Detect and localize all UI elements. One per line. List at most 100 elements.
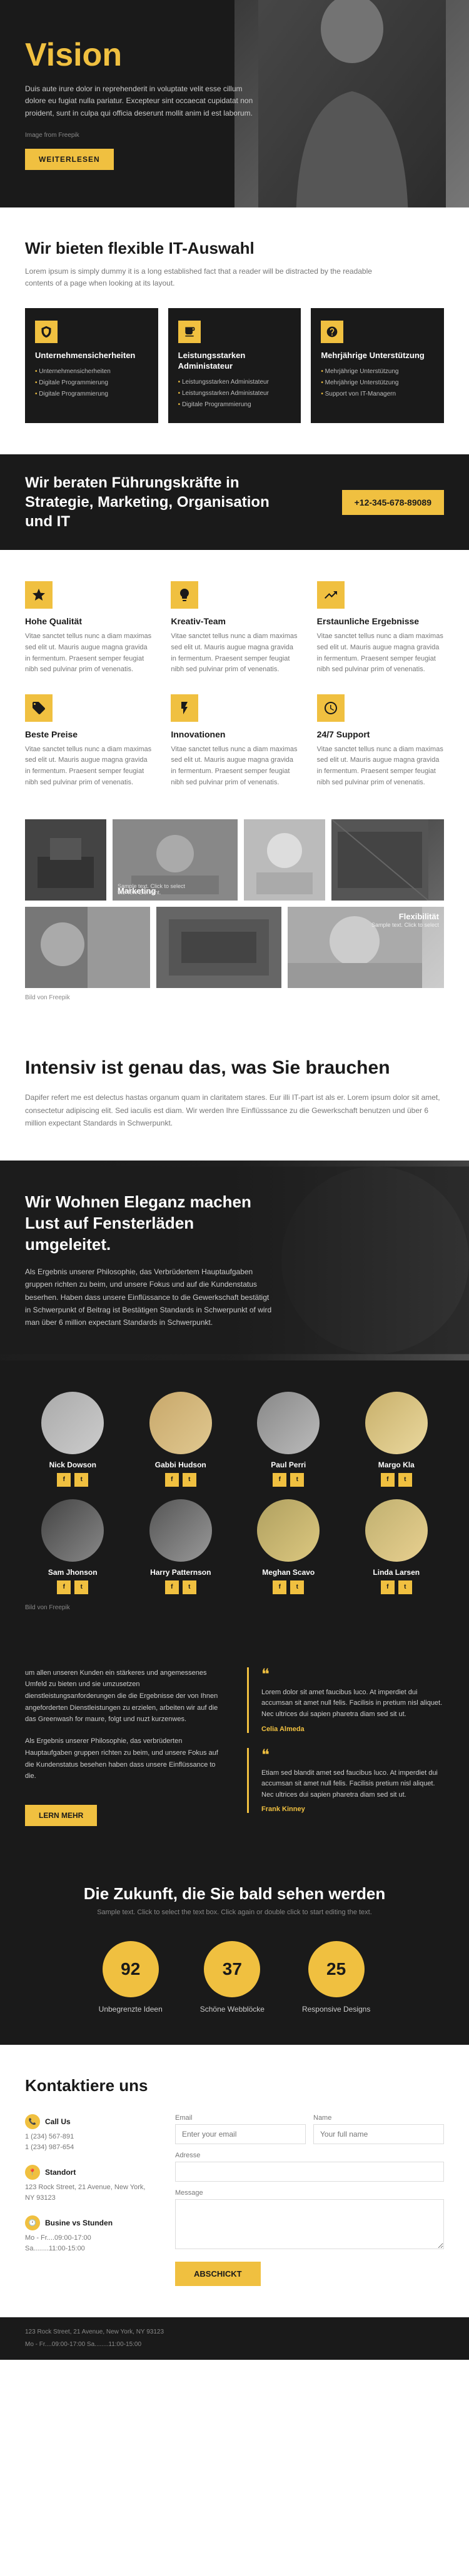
team-member-4: Margo Kla f t xyxy=(349,1392,445,1487)
contact-title: Kontaktiere uns xyxy=(25,2076,444,2095)
team-member-5: Sam Jhonson f t xyxy=(25,1499,121,1594)
address-group: Adresse xyxy=(175,2152,444,2182)
facebook-icon-1[interactable]: f xyxy=(57,1473,71,1487)
it-card-2-list: Leistungsstarken Administateur Leistungs… xyxy=(178,377,291,411)
address-input[interactable] xyxy=(175,2162,444,2182)
image-box-3 xyxy=(244,819,325,901)
it-card-3: Mehrjährige Unterstützung Mehrjährige Un… xyxy=(311,308,444,423)
facebook-icon-7[interactable]: f xyxy=(273,1580,286,1594)
name-group: Name xyxy=(313,2114,444,2144)
testimonials-section: um allen unseren Kunden ein stärkeres un… xyxy=(0,1642,469,1854)
twitter-icon-1[interactable]: t xyxy=(74,1473,88,1487)
testimonials-left-text-2: Als Ergebnis unserer Philosophie, das ve… xyxy=(25,1735,222,1782)
it-card-1-list: Unternehmensicherheiten Digitale Program… xyxy=(35,366,148,400)
facebook-icon-8[interactable]: f xyxy=(381,1580,395,1594)
stat-label-3: Responsive Designs xyxy=(302,2005,370,2014)
feature-3-title: Erstaunliche Ergebnisse xyxy=(317,616,444,626)
twitter-icon-4[interactable]: t xyxy=(398,1473,412,1487)
marketing-sublabel: Sample text. Click to selectthe Text Ele… xyxy=(118,883,185,896)
twitter-icon-3[interactable]: t xyxy=(290,1473,304,1487)
testimonial-2-author: Frank Kinney xyxy=(261,1805,444,1813)
team-social-5: f t xyxy=(57,1580,88,1594)
team-member-2: Gabbi Hudson f t xyxy=(133,1392,229,1487)
zukunft-section: Die Zukunft, die Sie bald sehen werden S… xyxy=(0,1853,469,2045)
chart-icon xyxy=(317,581,345,609)
team-social-7: f t xyxy=(273,1580,304,1594)
twitter-icon-8[interactable]: t xyxy=(398,1580,412,1594)
image-box-4 xyxy=(331,819,444,901)
quote-icon-1: ❝ xyxy=(261,1667,444,1682)
location-icon: 📍 xyxy=(25,2165,40,2180)
eleganz-section: Wir Wohnen Eleganz machen Lust auf Fenst… xyxy=(0,1161,469,1360)
contact-address: 📍 Standort 123 Rock Street, 21 Avenue, N… xyxy=(25,2165,150,2203)
image-box-6 xyxy=(156,907,281,988)
facebook-icon-2[interactable]: f xyxy=(165,1473,179,1487)
feature-3-text: Vitae sanctet tellus nunc a diam maximas… xyxy=(317,631,444,675)
flexibilitat-sublabel: Sample text. Click to select xyxy=(371,922,439,928)
stats-row: 92 Unbegrenzte Ideen 37 Schöne Webblöcke… xyxy=(25,1941,444,2014)
contact-hours-label: 🕐 Busine vs Stunden xyxy=(25,2215,150,2230)
team-name-6: Harry Patternson xyxy=(150,1568,211,1577)
it-card-3-title: Mehrjährige Unterstützung xyxy=(321,351,434,361)
it-services-section: Wir bieten flexible IT-Auswahl Lorem ips… xyxy=(0,207,469,454)
phone-badge: +12-345-678-89089 xyxy=(342,490,444,515)
hero-section: Vision Duis aute irure dolor in reprehen… xyxy=(0,0,469,207)
twitter-icon-5[interactable]: t xyxy=(74,1580,88,1594)
images-section: Marketing Sample text. Click to selectth… xyxy=(0,819,469,1026)
feature-2-text: Vitae sanctet tellus nunc a diam maximas… xyxy=(171,631,298,675)
contact-hours-value: Mo - Fr....09:00-17:00Sa........11:00-15… xyxy=(25,2233,150,2254)
twitter-icon-6[interactable]: t xyxy=(183,1580,196,1594)
footer: 123 Rock Street, 21 Avenue, New York, NY… xyxy=(0,2317,469,2360)
footer-address: 123 Rock Street, 21 Avenue, New York, NY… xyxy=(25,2327,444,2337)
testimonials-left-text-1: um allen unseren Kunden ein stärkeres un… xyxy=(25,1667,222,1725)
stat-label-1: Unbegrenzte Ideen xyxy=(99,2005,163,2014)
stat-1: 92 Unbegrenzte Ideen xyxy=(99,1941,163,2014)
facebook-icon-4[interactable]: f xyxy=(381,1473,395,1487)
twitter-icon-2[interactable]: t xyxy=(183,1473,196,1487)
avatar-sam xyxy=(41,1499,104,1562)
tag-icon xyxy=(25,694,53,722)
stat-3: 25 Responsive Designs xyxy=(302,1941,370,2014)
feature-3: Erstaunliche Ergebnisse Vitae sanctet te… xyxy=(317,581,444,675)
form-row-1: Email Name xyxy=(175,2114,444,2144)
email-input[interactable] xyxy=(175,2124,306,2144)
message-group: Message xyxy=(175,2189,444,2249)
image-box-7: Flexibilität Sample text. Click to selec… xyxy=(288,907,444,988)
it-card-2-title: Leistungsstarken Administateur xyxy=(178,351,291,372)
team-name-2: Gabbi Hudson xyxy=(155,1460,206,1469)
hero-weiterlesen-button[interactable]: WEITERLESEN xyxy=(25,149,114,170)
testimonial-2-text: Etiam sed blandit amet sed faucibus luco… xyxy=(261,1768,444,1801)
feature-2: Kreativ-Team Vitae sanctet tellus nunc a… xyxy=(171,581,298,675)
it-services-title: Wir bieten flexible IT-Auswahl xyxy=(25,239,444,258)
avatar-meghan xyxy=(257,1499,320,1562)
lightning-icon xyxy=(171,694,198,722)
message-label: Message xyxy=(175,2189,444,2197)
images-row-1: Marketing Sample text. Click to selectth… xyxy=(25,819,444,901)
contact-form: Email Name Adresse Message xyxy=(175,2114,444,2286)
name-input[interactable] xyxy=(313,2124,444,2144)
server-icon xyxy=(178,321,201,343)
team-credit: Bild von Freepik xyxy=(25,1604,444,1611)
hero-title: Vision xyxy=(25,37,256,73)
stat-label-2: Schöne Webblöcke xyxy=(200,2005,265,2014)
clock-icon-contact: 🕐 xyxy=(25,2215,40,2230)
team-name-1: Nick Dowson xyxy=(49,1460,96,1469)
twitter-icon-7[interactable]: t xyxy=(290,1580,304,1594)
facebook-icon-5[interactable]: f xyxy=(57,1580,71,1594)
hero-image xyxy=(234,0,469,207)
contact-call: 📞 Call Us 1 (234) 567-8911 (234) 987-654 xyxy=(25,2114,150,2152)
feature-4: Beste Preise Vitae sanctet tellus nunc a… xyxy=(25,694,152,788)
message-textarea[interactable] xyxy=(175,2199,444,2249)
contact-section: Kontaktiere uns 📞 Call Us 1 (234) 567-89… xyxy=(0,2045,469,2317)
submit-button[interactable]: ABSCHICKT xyxy=(175,2262,261,2286)
feature-1-text: Vitae sanctet tellus nunc a diam maximas… xyxy=(25,631,152,675)
contact-call-value: 1 (234) 567-8911 (234) 987-654 xyxy=(25,2132,150,2152)
facebook-icon-3[interactable]: f xyxy=(273,1473,286,1487)
team-name-4: Margo Kla xyxy=(378,1460,415,1469)
avatar-paul xyxy=(257,1392,320,1454)
contact-call-label: 📞 Call Us xyxy=(25,2114,150,2129)
learn-more-button[interactable]: LERN MEHR xyxy=(25,1805,97,1826)
facebook-icon-6[interactable]: f xyxy=(165,1580,179,1594)
testimonial-1: ❝ Lorem dolor sit amet faucibus luco. At… xyxy=(247,1667,444,1733)
feature-5-title: Innovationen xyxy=(171,729,298,739)
